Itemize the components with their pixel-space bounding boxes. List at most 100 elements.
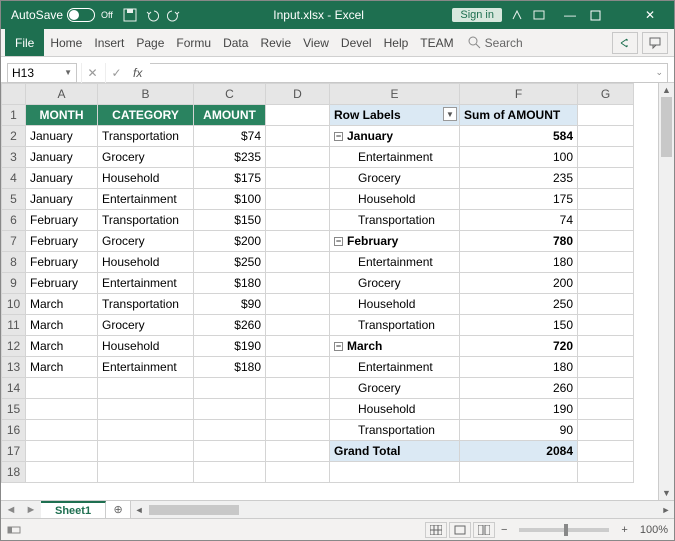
ribbon-display-icon[interactable] [528, 8, 550, 22]
pivot-category-row[interactable]: Household [330, 294, 460, 315]
cell-amount[interactable]: $180 [194, 357, 266, 378]
row-header-13[interactable]: 13 [2, 357, 26, 378]
empty-cell[interactable] [194, 462, 266, 483]
empty-cell[interactable] [194, 399, 266, 420]
empty-cell[interactable] [26, 399, 98, 420]
collapse-icon[interactable]: − [334, 342, 343, 351]
empty-cell[interactable] [578, 252, 634, 273]
empty-cell[interactable] [26, 441, 98, 462]
row-header-15[interactable]: 15 [2, 399, 26, 420]
spreadsheet-grid[interactable]: ABCDEFG1MONTHCATEGORYAMOUNTRow Labels▼Su… [1, 83, 674, 500]
pivot-value[interactable]: 235 [460, 168, 578, 189]
tab-developer[interactable]: Devel [335, 29, 378, 56]
zoom-level[interactable]: 100% [640, 524, 668, 536]
pivot-value[interactable]: 100 [460, 147, 578, 168]
page-break-view-button[interactable] [473, 522, 495, 538]
empty-cell[interactable] [194, 441, 266, 462]
pivot-row-labels-header[interactable]: Row Labels▼ [330, 105, 460, 126]
cell-amount[interactable]: $100 [194, 189, 266, 210]
row-header-18[interactable]: 18 [2, 462, 26, 483]
cell-month[interactable]: January [26, 147, 98, 168]
empty-cell[interactable] [578, 462, 634, 483]
empty-cell[interactable] [330, 462, 460, 483]
share-button[interactable] [612, 32, 638, 54]
cell-month[interactable]: March [26, 294, 98, 315]
header-month[interactable]: MONTH [26, 105, 98, 126]
tab-insert[interactable]: Insert [88, 29, 130, 56]
empty-cell[interactable] [578, 273, 634, 294]
empty-cell[interactable] [578, 147, 634, 168]
col-header-D[interactable]: D [266, 84, 330, 105]
cancel-formula-icon[interactable]: ✕ [81, 63, 103, 83]
pivot-grand-total-value[interactable]: 2084 [460, 441, 578, 462]
col-header-C[interactable]: C [194, 84, 266, 105]
cell-month[interactable]: February [26, 210, 98, 231]
empty-cell[interactable] [266, 399, 330, 420]
pivot-value[interactable]: 780 [460, 231, 578, 252]
tab-team[interactable]: TEAM [414, 29, 459, 56]
pivot-sum-header[interactable]: Sum of AMOUNT [460, 105, 578, 126]
empty-cell[interactable] [578, 168, 634, 189]
cell-amount[interactable]: $190 [194, 336, 266, 357]
cell-category[interactable]: Entertainment [98, 189, 194, 210]
row-header-8[interactable]: 8 [2, 252, 26, 273]
empty-cell[interactable] [578, 231, 634, 252]
empty-cell[interactable] [266, 357, 330, 378]
row-header-3[interactable]: 3 [2, 147, 26, 168]
touch-mode-icon[interactable] [506, 8, 528, 22]
pivot-value[interactable]: 720 [460, 336, 578, 357]
empty-cell[interactable] [578, 126, 634, 147]
horizontal-scrollbar[interactable]: ◄ ► [130, 501, 674, 518]
undo-icon[interactable] [141, 8, 163, 22]
scroll-up-icon[interactable]: ▲ [659, 83, 674, 97]
pivot-category-row[interactable]: Transportation [330, 315, 460, 336]
cell-month[interactable]: February [26, 273, 98, 294]
scroll-right-icon[interactable]: ► [658, 505, 674, 515]
cell-amount[interactable]: $250 [194, 252, 266, 273]
tab-file[interactable]: File [5, 29, 44, 56]
cell-category[interactable]: Transportation [98, 294, 194, 315]
col-header-A[interactable]: A [26, 84, 98, 105]
col-header-G[interactable]: G [578, 84, 634, 105]
search-box[interactable]: Search [468, 36, 523, 50]
pivot-value[interactable]: 200 [460, 273, 578, 294]
pivot-category-row[interactable]: Grocery [330, 378, 460, 399]
formula-input[interactable]: ⌄ [150, 63, 668, 83]
sheet-nav-next[interactable]: ► [21, 501, 41, 518]
pivot-category-row[interactable]: Grocery [330, 273, 460, 294]
empty-cell[interactable] [578, 189, 634, 210]
cell-amount[interactable]: $74 [194, 126, 266, 147]
empty-cell[interactable] [266, 462, 330, 483]
cell-category[interactable]: Entertainment [98, 273, 194, 294]
zoom-slider[interactable] [519, 528, 609, 532]
empty-cell[interactable] [578, 378, 634, 399]
cell-month[interactable]: February [26, 231, 98, 252]
row-header-16[interactable]: 16 [2, 420, 26, 441]
empty-cell[interactable] [26, 420, 98, 441]
close-button[interactable]: ✕ [630, 8, 670, 22]
row-header-1[interactable]: 1 [2, 105, 26, 126]
pivot-value[interactable]: 190 [460, 399, 578, 420]
empty-cell[interactable] [98, 420, 194, 441]
empty-cell[interactable] [578, 315, 634, 336]
row-header-9[interactable]: 9 [2, 273, 26, 294]
cell-month[interactable]: February [26, 252, 98, 273]
cell-category[interactable]: Grocery [98, 231, 194, 252]
filter-dropdown-icon[interactable]: ▼ [443, 107, 457, 121]
pivot-month-row[interactable]: −January [330, 126, 460, 147]
redo-icon[interactable] [163, 8, 185, 22]
pivot-category-row[interactable]: Household [330, 399, 460, 420]
empty-cell[interactable] [26, 378, 98, 399]
cell-category[interactable]: Household [98, 252, 194, 273]
cell-category[interactable]: Grocery [98, 147, 194, 168]
empty-cell[interactable] [578, 105, 634, 126]
page-layout-view-button[interactable] [449, 522, 471, 538]
pivot-category-row[interactable]: Entertainment [330, 252, 460, 273]
pivot-month-row[interactable]: −February [330, 231, 460, 252]
pivot-value[interactable]: 260 [460, 378, 578, 399]
empty-cell[interactable] [266, 210, 330, 231]
empty-cell[interactable] [578, 294, 634, 315]
scroll-thumb[interactable] [661, 97, 672, 157]
normal-view-button[interactable] [425, 522, 447, 538]
save-icon[interactable] [119, 8, 141, 22]
